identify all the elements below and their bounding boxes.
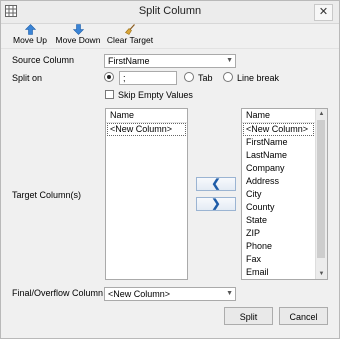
- window-title: Split Column: [138, 5, 202, 17]
- move-right-button[interactable]: ❯: [196, 197, 236, 211]
- clear-target-button[interactable]: Clear Target: [105, 24, 155, 45]
- move-up-label: Move Up: [12, 35, 47, 45]
- broom-icon: [124, 24, 135, 35]
- scroll-up-icon[interactable]: ▲: [316, 109, 327, 119]
- chevron-down-icon: ▼: [226, 290, 233, 297]
- arrow-up-icon: [24, 24, 36, 35]
- source-list-header: Name: [242, 109, 315, 123]
- clear-target-label: Clear Target: [106, 35, 154, 45]
- source-column-label: Source Column: [12, 55, 75, 65]
- final-overflow-select[interactable]: <New Column> ▼: [104, 287, 236, 301]
- final-overflow-label: Final/Overflow Column: [12, 288, 104, 298]
- source-column-select[interactable]: FirstName ▼: [104, 54, 236, 68]
- tab-radio[interactable]: [184, 72, 194, 82]
- move-down-label: Move Down: [55, 35, 101, 45]
- title-bar: Split Column ✕: [1, 1, 339, 24]
- target-columns-label: Target Column(s): [12, 190, 82, 200]
- line-break-radio[interactable]: [223, 72, 233, 82]
- skip-empty-label: Skip Empty Values: [118, 90, 193, 100]
- scroll-thumb[interactable]: [317, 120, 325, 258]
- move-up-button[interactable]: Move Up: [10, 24, 50, 45]
- scroll-down-icon[interactable]: ▼: [316, 269, 327, 279]
- list-item[interactable]: <New Column>: [243, 123, 314, 136]
- source-column-value: FirstName: [108, 56, 150, 66]
- skip-empty-checkbox[interactable]: [105, 90, 114, 99]
- toolbar: Move Up Move Down Clear Target: [1, 24, 339, 49]
- split-column-dialog: Split Column ✕ Move Up Move Down Clear T…: [0, 0, 340, 339]
- cancel-button[interactable]: Cancel: [279, 307, 328, 325]
- arrow-down-icon: [72, 24, 84, 35]
- source-columns-list[interactable]: Name <New Column> FirstName LastName Com…: [241, 108, 328, 280]
- split-button[interactable]: Split: [224, 307, 273, 325]
- target-list-header: Name: [106, 109, 187, 123]
- split-on-label: Split on: [12, 73, 43, 83]
- move-down-button[interactable]: Move Down: [54, 24, 102, 45]
- move-left-button[interactable]: ❮: [196, 177, 236, 191]
- chevron-down-icon: ▼: [226, 57, 233, 64]
- line-break-label: Line break: [237, 73, 280, 83]
- split-char-input[interactable]: ;: [119, 71, 177, 85]
- close-button[interactable]: ✕: [314, 4, 333, 21]
- vertical-scrollbar[interactable]: ▲ ▼: [315, 109, 327, 279]
- tab-label: Tab: [198, 73, 213, 83]
- split-char-radio[interactable]: [104, 72, 114, 82]
- list-item[interactable]: <New Column>: [107, 123, 186, 136]
- final-overflow-value: <New Column>: [108, 289, 171, 299]
- target-columns-list[interactable]: Name <New Column>: [105, 108, 188, 280]
